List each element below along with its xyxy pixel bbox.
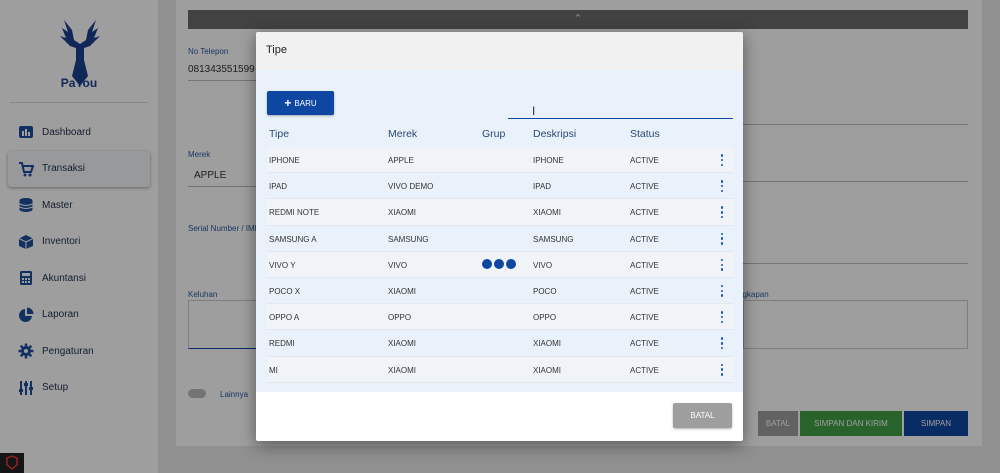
- more-vert-icon[interactable]: [720, 284, 724, 297]
- cell-deskripsi: OPPO: [533, 313, 557, 323]
- cell-tipe: REDMI: [269, 339, 295, 349]
- cell-status: ACTIVE: [630, 234, 659, 244]
- cell-tipe: REDMI NOTE: [269, 208, 320, 218]
- cell-tipe: MI: [269, 365, 278, 375]
- cell-status: ACTIVE: [630, 182, 659, 192]
- cell-status: ACTIVE: [630, 208, 659, 218]
- cell-deskripsi: VIVO: [533, 260, 553, 270]
- dialog-title: Tipe: [256, 32, 743, 70]
- table-row[interactable]: REDMI XIAOMI XIAOMI ACTIVE: [267, 330, 733, 357]
- table-row[interactable]: MI XIAOMI XIAOMI ACTIVE: [267, 356, 733, 383]
- cell-merek: XIAOMI: [388, 286, 417, 296]
- table-header: Tipe Merek Grup Deskripsi Status: [267, 128, 733, 146]
- type-picker-dialog: Tipe + BARU I Tipe Merek Grup Deskripsi …: [256, 32, 743, 441]
- cell-deskripsi: IPHONE: [533, 156, 564, 165]
- cell-deskripsi: IPAD: [533, 182, 552, 192]
- dialog-cancel-button[interactable]: BATAL: [673, 403, 732, 428]
- cell-tipe: OPPO A: [269, 313, 300, 323]
- cell-merek: OPPO: [388, 313, 412, 323]
- search-input[interactable]: [508, 102, 733, 119]
- cell-merek: XIAOMI: [388, 208, 417, 218]
- cell-merek: SAMSUNG: [388, 234, 429, 244]
- more-vert-icon[interactable]: [720, 311, 724, 324]
- cell-tipe: POCO X: [269, 286, 301, 296]
- more-vert-icon[interactable]: [720, 337, 724, 350]
- cell-deskripsi: POCO: [533, 286, 557, 296]
- text-cursor-icon: I: [532, 104, 536, 118]
- table-row[interactable]: IPHONE APPLE IPHONE ACTIVE: [267, 147, 733, 174]
- column-header-tipe[interactable]: Tipe: [269, 128, 289, 140]
- cell-status: ACTIVE: [630, 260, 659, 270]
- cell-status: ACTIVE: [630, 365, 659, 375]
- table-row[interactable]: IPAD VIVO DEMO IPAD ACTIVE: [267, 173, 733, 200]
- cell-status: ACTIVE: [630, 156, 659, 165]
- cell-deskripsi: XIAOMI: [533, 365, 562, 375]
- cell-tipe: SAMSUNG A: [269, 234, 317, 244]
- cell-deskripsi: XIAOMI: [533, 339, 562, 349]
- column-header-merek[interactable]: Merek: [388, 128, 417, 140]
- plus-icon: +: [284, 96, 292, 110]
- more-vert-icon[interactable]: [720, 206, 724, 219]
- cell-status: ACTIVE: [630, 313, 659, 323]
- cell-merek: APPLE: [388, 156, 414, 165]
- more-vert-icon[interactable]: [720, 258, 724, 271]
- cell-merek: VIVO DEMO: [388, 182, 434, 192]
- table-row[interactable]: OPPO A OPPO OPPO ACTIVE: [267, 304, 733, 331]
- more-vert-icon[interactable]: [720, 180, 724, 193]
- new-button[interactable]: + BARU: [267, 91, 334, 115]
- new-button-label: BARU: [294, 98, 317, 108]
- more-vert-icon[interactable]: [720, 154, 724, 166]
- cell-status: ACTIVE: [630, 339, 659, 349]
- table-row[interactable]: SAMSUNG A SAMSUNG SAMSUNG ACTIVE: [267, 225, 733, 252]
- cell-tipe: VIVO Y: [269, 260, 296, 270]
- dialog-body: + BARU I Tipe Merek Grup Deskripsi Statu…: [256, 70, 743, 392]
- cell-merek: XIAOMI: [388, 365, 417, 375]
- cell-deskripsi: XIAOMI: [533, 208, 562, 218]
- column-header-deskripsi[interactable]: Deskripsi: [533, 128, 576, 140]
- cell-deskripsi: SAMSUNG: [533, 234, 574, 244]
- column-header-status[interactable]: Status: [630, 128, 660, 140]
- more-vert-icon[interactable]: [720, 232, 724, 245]
- cell-tipe: IPAD: [269, 182, 288, 192]
- cell-tipe: IPHONE: [269, 156, 300, 165]
- cell-merek: VIVO: [388, 260, 408, 270]
- table-row[interactable]: REDMI NOTE XIAOMI XIAOMI ACTIVE: [267, 199, 733, 226]
- table-row[interactable]: POCO X XIAOMI POCO ACTIVE: [267, 277, 733, 305]
- cell-status: ACTIVE: [630, 286, 659, 296]
- loading-spinner: [482, 259, 516, 271]
- cell-merek: XIAOMI: [388, 339, 417, 349]
- column-header-grup[interactable]: Grup: [482, 128, 505, 140]
- more-vert-icon[interactable]: [720, 363, 724, 376]
